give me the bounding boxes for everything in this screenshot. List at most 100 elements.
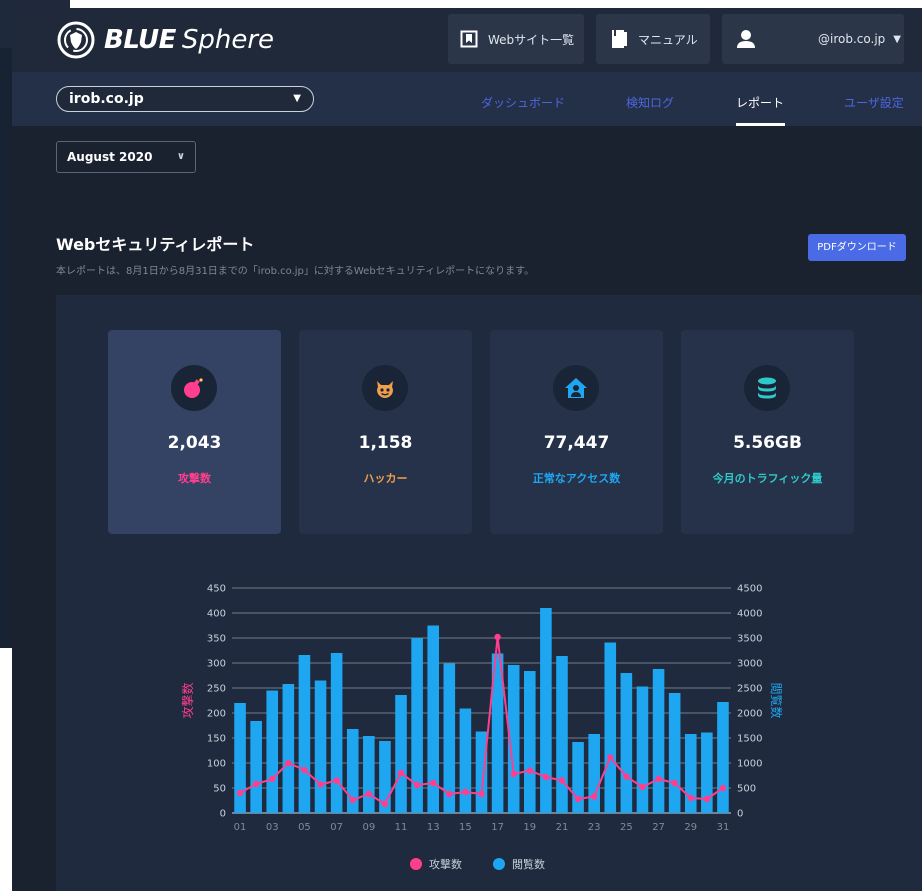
tab-report[interactable]: レポート <box>736 94 784 111</box>
x-axis-tick-label: 29 <box>684 822 697 833</box>
attacks-point <box>574 795 582 803</box>
left-axis-tick-label: 200 <box>207 709 226 720</box>
month-select-value: August 2020 <box>67 150 153 164</box>
attacks-point <box>381 800 389 808</box>
views-bar <box>523 671 536 813</box>
websites-button[interactable]: Webサイト一覧 <box>448 14 584 64</box>
left-axis-tick-label: 100 <box>207 759 226 770</box>
x-axis-tick-label: 13 <box>427 822 440 833</box>
x-axis-tick-label: 21 <box>556 822 569 833</box>
chevron-down-icon: ▼ <box>293 93 301 104</box>
logo-brand: BLUE <box>104 25 176 55</box>
attacks-point <box>703 795 711 803</box>
sub-navigation: irob.co.jp ▼ ダッシュボード 検知ログ レポート ユーザ設定 <box>12 72 922 126</box>
background-window-edge <box>0 48 12 648</box>
left-axis-tick-label: 150 <box>207 734 226 745</box>
views-bar <box>314 680 327 813</box>
manual-book-icon <box>612 30 627 48</box>
views-bar <box>572 742 584 813</box>
right-axis-tick-label: 1000 <box>737 759 762 770</box>
left-axis-tick-label: 0 <box>220 809 226 820</box>
x-axis-tick-label: 19 <box>523 822 536 833</box>
x-axis-tick-label: 07 <box>330 822 343 833</box>
left-axis-title: 攻撃数 <box>180 682 195 718</box>
x-axis-tick-label: 15 <box>459 822 472 833</box>
x-axis-tick-label: 25 <box>620 822 633 833</box>
attacks-point <box>510 770 517 778</box>
tab-user-settings[interactable]: ユーザ設定 <box>844 94 904 111</box>
right-axis-tick-label: 4000 <box>737 609 762 620</box>
legend-views-label: 閲覧数 <box>512 857 545 871</box>
views-bar <box>298 655 311 813</box>
domain-select[interactable]: irob.co.jp ▼ <box>56 86 314 112</box>
left-axis-tick-label: 250 <box>207 684 226 695</box>
attacks-point <box>317 781 324 788</box>
right-axis-tick-label: 3000 <box>737 659 762 670</box>
attacks-point <box>542 773 550 781</box>
right-axis-tick-label: 1500 <box>737 734 762 745</box>
chevron-down-icon: ▼ <box>893 33 901 45</box>
tab-dashboard[interactable]: ダッシュボード <box>481 94 565 111</box>
active-tab-indicator <box>736 123 785 126</box>
websites-button-label: Webサイト一覧 <box>488 32 575 47</box>
attacks-point <box>285 759 292 767</box>
x-axis-tick-label: 31 <box>717 822 730 833</box>
report-description: 本レポートは、8月1日から8月31日までの「irob.co.jp」に対するWeb… <box>56 266 535 277</box>
background-window-edge-light <box>0 648 12 891</box>
views-bar <box>556 656 568 813</box>
attacks-point <box>365 790 373 798</box>
attacks-point <box>252 780 260 788</box>
attacks-point <box>639 783 646 791</box>
attacks-point <box>719 784 727 792</box>
month-select[interactable]: August 2020 ∨ <box>56 141 196 173</box>
shield-logo-icon <box>57 21 95 59</box>
attacks-point <box>478 790 485 798</box>
attacks-point <box>430 779 437 787</box>
x-axis-tick-label: 01 <box>234 822 247 833</box>
top-header: BLUE Sphere Webサイト一覧 マニュアル @irob.co.jp ▼ <box>12 8 922 72</box>
attacks-point <box>413 781 421 789</box>
x-axis-tick-label: 17 <box>491 822 504 833</box>
attacks-point <box>623 773 630 780</box>
x-axis-tick-label: 05 <box>298 822 311 833</box>
blue-sphere-logo[interactable]: BLUE Sphere <box>56 20 274 60</box>
manual-button[interactable]: マニュアル <box>596 14 710 64</box>
views-bar <box>395 695 407 813</box>
left-axis-tick-label: 350 <box>207 634 226 645</box>
attacks-point <box>236 789 244 797</box>
user-avatar-icon <box>737 30 755 48</box>
bookmark-frame-icon <box>460 30 478 48</box>
legend-attacks-marker <box>410 858 422 870</box>
views-bar <box>234 703 246 813</box>
views-bar <box>620 673 633 813</box>
left-axis-tick-label: 400 <box>207 609 226 620</box>
attacks-point <box>349 796 356 804</box>
right-axis-title: 閲覧数 <box>769 682 784 718</box>
attacks-point <box>333 777 340 784</box>
views-bar <box>282 684 295 813</box>
views-bar <box>459 708 472 813</box>
views-bar <box>540 608 552 813</box>
legend-views-marker <box>493 858 505 870</box>
views-bar <box>604 642 617 813</box>
attacks-point <box>397 769 405 777</box>
domain-select-value: irob.co.jp <box>69 91 144 107</box>
tab-detection-log[interactable]: 検知ログ <box>626 94 674 111</box>
logo-text: BLUE Sphere <box>104 25 274 55</box>
x-axis-tick-label: 27 <box>652 822 665 833</box>
user-menu-button[interactable]: @irob.co.jp ▼ <box>722 14 904 64</box>
attacks-point <box>301 766 308 774</box>
chevron-down-icon: ∨ <box>176 151 185 162</box>
attacks-point <box>687 794 694 802</box>
attacks-point <box>558 777 566 784</box>
x-axis-tick-label: 23 <box>588 822 601 833</box>
left-axis-tick-label: 300 <box>207 659 226 670</box>
pdf-download-button[interactable]: PDFダウンロード <box>808 234 906 261</box>
right-axis-tick-label: 500 <box>737 784 756 795</box>
app-window: BLUE Sphere Webサイト一覧 マニュアル @irob.co.jp ▼… <box>12 8 922 891</box>
right-axis-tick-label: 2000 <box>737 709 762 720</box>
right-axis-tick-label: 3500 <box>737 634 762 645</box>
report-title: Webセキュリティレポート <box>56 235 255 254</box>
x-axis-tick-label: 11 <box>395 822 408 833</box>
logo-product: Sphere <box>181 25 275 55</box>
